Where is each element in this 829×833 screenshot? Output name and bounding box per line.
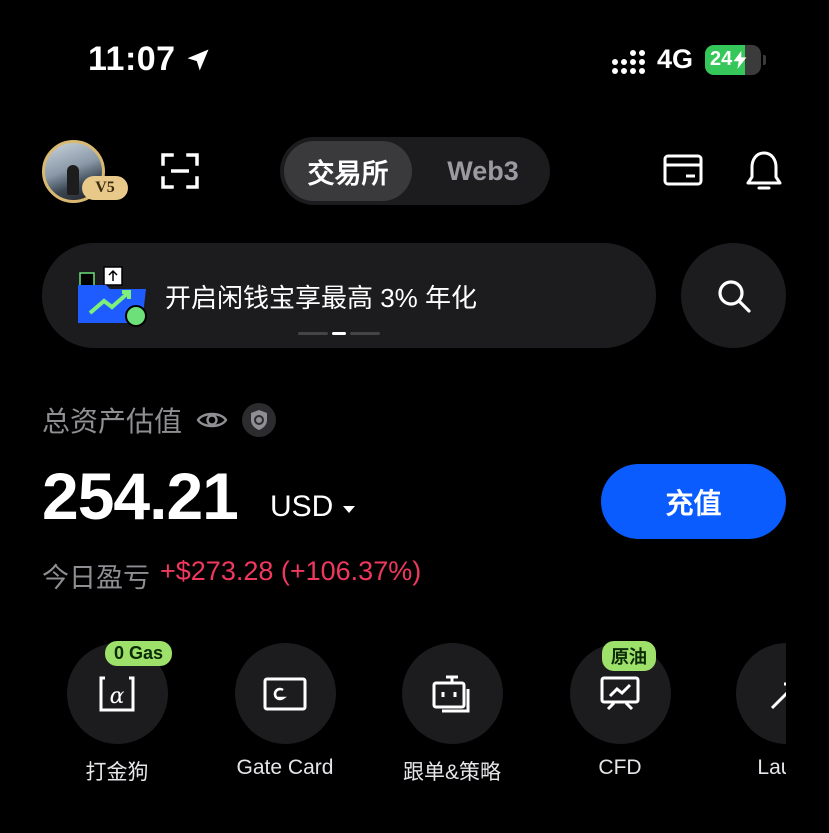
shortcut-circle [401, 643, 503, 744]
pnl-label: 今日盈亏 [42, 563, 150, 593]
battery-level: 24 [710, 48, 733, 70]
scan-icon[interactable] [160, 152, 200, 190]
shortcut-label: 跟单&策略 [402, 761, 501, 784]
signal-icon [611, 46, 645, 74]
promo-banner[interactable]: 开启闲钱宝享最高 3% 年化 [42, 243, 656, 348]
carousel-dot-active [332, 332, 346, 335]
bell-icon[interactable] [745, 150, 783, 192]
banner-text: 开启闲钱宝享最高 3% 年化 [165, 283, 478, 313]
shortcut-circle: 原油 [569, 641, 671, 744]
shortcut-alpha[interactable]: α 0 Gas 打金狗 [37, 641, 197, 786]
shield-button[interactable] [242, 403, 277, 437]
vip-badge: V5 [82, 176, 128, 200]
location-arrow-icon [187, 49, 209, 70]
deposit-button[interactable]: 充值 [601, 464, 786, 539]
alpha-icon: α [99, 676, 135, 711]
time-text: 11:07 [88, 40, 176, 78]
shortcut-label: CFD [598, 756, 642, 779]
search-button[interactable] [681, 243, 786, 348]
battery-icon: 24 [705, 44, 766, 75]
carousel-dot [350, 332, 380, 335]
shortcut-label: Launc [757, 756, 786, 779]
balance-value: 254.21 [42, 459, 239, 533]
balance-label: 总资产估值 [42, 406, 183, 437]
carousel-dots [298, 332, 380, 335]
currency-selector[interactable]: USD [270, 490, 356, 524]
shield-icon [251, 410, 268, 430]
search-icon [717, 279, 751, 313]
shortcut-copy-strategy[interactable]: 跟单&策略 [372, 643, 532, 786]
status-indicators: 4G 24 [611, 44, 766, 75]
tab-exchange[interactable]: 交易所 [284, 141, 412, 201]
shortcut-cfd[interactable]: 原油 CFD [540, 641, 700, 780]
shortcut-scroll-edge: Launc [726, 643, 786, 783]
shortcut-gate-card[interactable]: Gate Card [205, 643, 365, 780]
shortcut-circle [735, 643, 786, 744]
charging-bolt-icon [733, 50, 747, 69]
folder-growth-icon [78, 266, 147, 327]
chart-board-icon [600, 676, 640, 710]
network-type: 4G [656, 44, 693, 74]
pnl-value: +$273.28 (+106.37%) [160, 556, 422, 586]
status-time: 11:07 [88, 40, 212, 79]
tab-web3[interactable]: Web3 [420, 141, 546, 201]
eye-icon[interactable] [196, 409, 228, 431]
exchange-web3-toggle: 交易所 Web3 [280, 137, 550, 205]
badge-crude-oil: 原油 [602, 641, 656, 671]
carousel-dot [298, 332, 328, 335]
launch-icon [770, 682, 786, 709]
copy-bot-icon [432, 675, 470, 712]
card-icon[interactable] [663, 154, 703, 186]
balance-label-row: 总资产估值 [42, 400, 277, 440]
currency-label: USD [270, 490, 334, 523]
shortcut-circle [234, 643, 336, 744]
gate-card-icon [263, 677, 307, 710]
shortcut-label: Gate Card [236, 756, 334, 779]
shortcut-circle: α 0 Gas [66, 641, 173, 744]
svg-text:α: α [110, 684, 125, 709]
shortcut-label: 打金狗 [85, 761, 149, 784]
caret-down-icon [343, 505, 356, 513]
shortcut-launch[interactable]: Launc [726, 643, 786, 780]
today-pnl: 今日盈亏 +$273.28 (+106.37%) [42, 556, 421, 595]
badge-gas: 0 Gas [105, 641, 173, 666]
